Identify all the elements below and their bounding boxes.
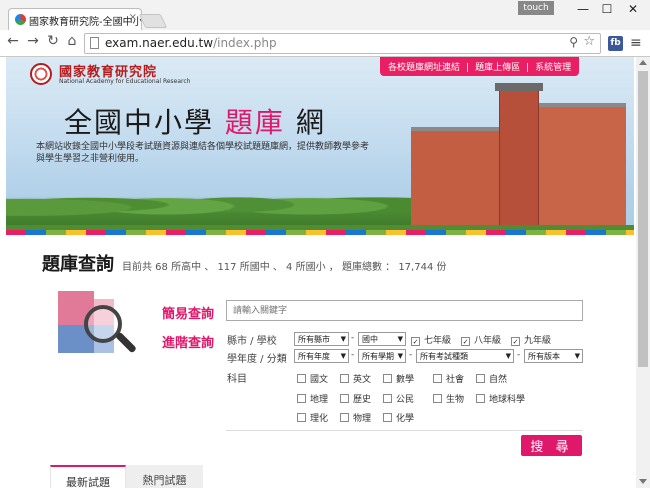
result-tabs: 最新試題 熱門試題	[50, 465, 635, 489]
tab-close-icon[interactable]: ×	[129, 12, 137, 23]
subject-checkbox[interactable]: 理化	[297, 411, 328, 424]
semester-select[interactable]: 所有學期	[358, 349, 406, 363]
subject-label: 科目	[227, 374, 247, 385]
color-stripe	[6, 230, 634, 235]
touch-indicator: touch	[518, 1, 554, 15]
subject-checkbox[interactable]: 自然	[476, 372, 507, 385]
subject-checkbox[interactable]: 公民	[383, 392, 414, 405]
checkbox-icon: ✓	[411, 337, 420, 346]
school-select[interactable]: 國中	[358, 332, 406, 346]
naer-logo-icon[interactable]	[30, 63, 52, 85]
grade-9-checkbox[interactable]: ✓ 九年級	[511, 333, 551, 346]
site-title: 全國中小學 題庫 網	[64, 106, 326, 139]
browser-tab[interactable]: 國家教育研究院-全國中小 ×	[8, 8, 142, 30]
keyword-input[interactable]	[226, 300, 583, 321]
favicon-icon	[15, 14, 26, 25]
bookmark-star-icon[interactable]: ☆	[583, 34, 595, 49]
facebook-extension-icon[interactable]: fb	[608, 36, 623, 51]
exam-type-select[interactable]: 所有考試種類	[416, 349, 514, 363]
tab-title: 國家教育研究院-全國中小	[29, 17, 142, 28]
scrollbar[interactable]	[636, 57, 650, 488]
new-tab-button[interactable]	[138, 14, 168, 28]
advanced-search-label: 進階查詢	[162, 336, 215, 351]
nav-school-links[interactable]: 各校題庫網址連結	[388, 63, 460, 73]
scroll-up-icon[interactable]	[639, 60, 647, 65]
top-nav: 各校題庫網址連結 | 題庫上傳區 | 系統管理	[380, 57, 580, 76]
grade-7-checkbox[interactable]: ✓ 七年級	[411, 333, 451, 346]
subject-checkbox[interactable]: 數學	[383, 372, 414, 385]
url-path: /index.php	[213, 36, 277, 50]
close-window-icon[interactable]: ✕	[620, 0, 646, 18]
home-icon[interactable]: ⌂	[63, 33, 81, 49]
browser-toolbar: ← → ↻ ⌂ exam.naer.edu.tw/index.php ⚲ ☆ f…	[0, 30, 650, 57]
checkbox-icon: ✓	[461, 337, 470, 346]
nav-admin[interactable]: 系統管理	[535, 63, 571, 73]
nav-upload[interactable]: 題庫上傳區	[475, 63, 520, 73]
subject-checkbox[interactable]: 歷史	[340, 392, 371, 405]
subject-checkbox[interactable]: 國文	[297, 372, 328, 385]
county-school-label: 縣市 / 學校	[227, 336, 277, 347]
tab-popular[interactable]: 熱門試題	[126, 465, 203, 488]
forward-icon[interactable]: →	[24, 33, 42, 49]
url-host: exam.naer.edu.tw	[105, 36, 214, 50]
version-select[interactable]: 所有版本	[524, 349, 583, 363]
subject-checkbox[interactable]: 英文	[340, 372, 371, 385]
trees-image	[6, 175, 426, 229]
site-banner: 國家教育研究院 National Academy for Educational…	[6, 57, 634, 235]
scroll-thumb[interactable]	[638, 71, 648, 367]
subject-checkbox[interactable]: 物理	[340, 411, 371, 424]
section-subtitle: 目前共 68 所高中 、 117 所國中 、 4 所國小 ， 題庫總數 ： 17…	[122, 262, 447, 273]
search-button[interactable]: 搜 尋	[521, 435, 582, 456]
minimize-icon[interactable]: —	[570, 0, 596, 18]
subject-checkbox[interactable]: 生物	[433, 392, 464, 405]
subject-checkbox[interactable]: 社會	[433, 372, 464, 385]
zoom-search-icon[interactable]: ⚲	[569, 35, 578, 49]
search-illustration-icon	[58, 291, 138, 361]
subject-checkbox[interactable]: 地理	[297, 392, 328, 405]
menu-icon[interactable]: ≡	[630, 35, 642, 51]
simple-search-label: 簡易查詢	[162, 307, 215, 322]
reload-icon[interactable]: ↻	[44, 33, 62, 49]
building-image	[411, 83, 626, 229]
section-title: 題庫查詢	[42, 254, 114, 275]
site-description: 本網站收錄全國中小學段考試題資源與連結各個學校試題題庫網，提供教師教學參考與學生…	[36, 142, 370, 164]
address-bar[interactable]: exam.naer.edu.tw/index.php ⚲ ☆	[84, 33, 601, 54]
logo-english: National Academy for Educational Researc…	[59, 78, 191, 85]
page-icon	[90, 37, 99, 49]
subject-checkbox[interactable]: 地球科學	[476, 392, 525, 405]
county-select[interactable]: 所有縣市	[294, 332, 349, 346]
year-select[interactable]: 所有年度	[294, 349, 349, 363]
year-category-label: 學年度 / 分類	[227, 354, 287, 365]
maximize-icon[interactable]: ☐	[594, 0, 620, 18]
subject-checkbox[interactable]: 化學	[383, 411, 414, 424]
back-icon[interactable]: ←	[4, 33, 22, 49]
grade-8-checkbox[interactable]: ✓ 八年級	[461, 333, 501, 346]
tab-latest[interactable]: 最新試題	[50, 465, 126, 489]
checkbox-icon: ✓	[511, 337, 520, 346]
divider	[226, 430, 583, 431]
browser-chrome: 國家教育研究院-全國中小 × touch — ☐ ✕ ← → ↻ ⌂ exam.…	[0, 0, 650, 57]
scroll-down-icon[interactable]	[639, 479, 647, 484]
